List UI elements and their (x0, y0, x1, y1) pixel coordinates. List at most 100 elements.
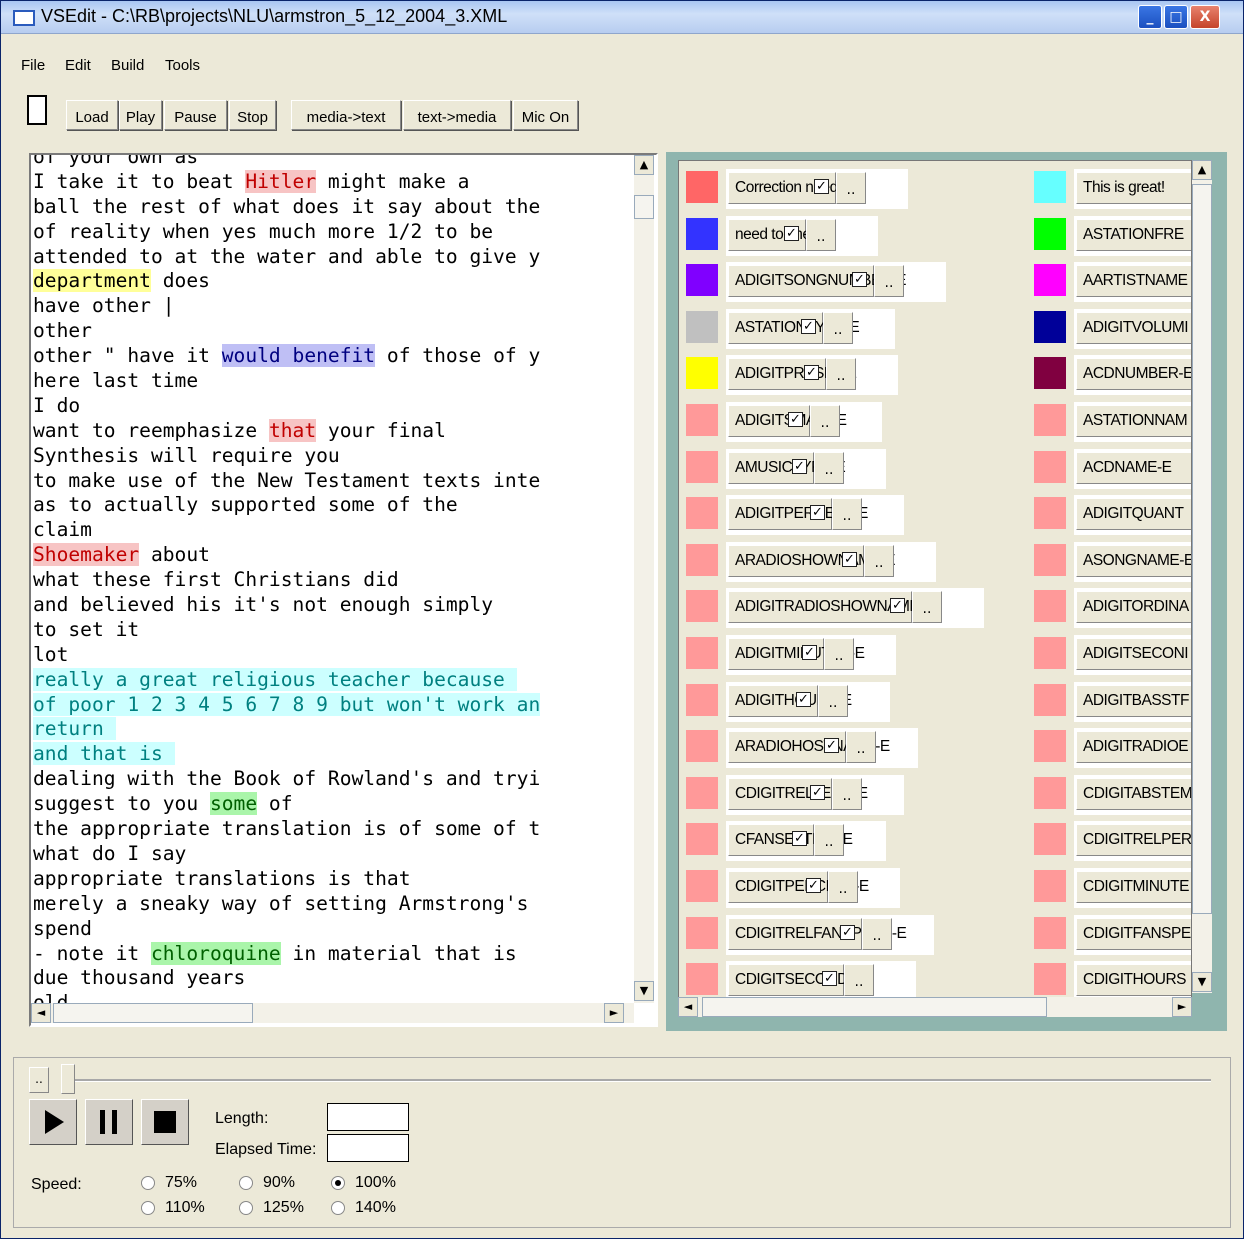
menu-tools[interactable]: Tools (165, 57, 200, 74)
text-to-media-button[interactable]: text->media (403, 100, 511, 130)
tag-color-swatch[interactable] (1034, 357, 1066, 390)
tag-name-button[interactable]: ASONGNAME-E (1076, 544, 1191, 577)
tag-scroll-up-icon[interactable]: ▲ (1192, 160, 1212, 180)
tag-color-swatch[interactable] (686, 870, 718, 902)
tag-options-button[interactable]: .. (828, 871, 858, 903)
tag-checkbox[interactable]: ✓ (840, 924, 855, 940)
close-button[interactable]: X (1190, 5, 1220, 29)
slider-options-button[interactable]: .. (29, 1067, 49, 1093)
transcript-line[interactable]: claim (33, 518, 631, 543)
tag-vertical-scrollbar[interactable]: ▲ ▼ (1192, 160, 1212, 993)
speed-radio-100[interactable] (331, 1176, 345, 1190)
transcript-line[interactable]: to set it (33, 618, 631, 643)
scroll-left-icon[interactable]: ◄ (31, 1003, 51, 1023)
tag-name-button[interactable]: ASTATIONNAM (1076, 405, 1191, 437)
tag-name-button[interactable]: ADIGITSECONI (1076, 638, 1191, 670)
tag-color-swatch[interactable] (686, 730, 718, 763)
tag-checkbox[interactable]: ✓ (796, 691, 811, 707)
tag-name-button[interactable]: CDIGITRELPER (1076, 824, 1191, 857)
tag-color-swatch[interactable] (686, 823, 718, 856)
position-slider-thumb[interactable] (61, 1064, 75, 1094)
speed-radio-90[interactable] (239, 1176, 253, 1190)
transcript-line[interactable]: - note it chloroquine in material that i… (33, 941, 631, 967)
tag-color-swatch[interactable] (686, 683, 718, 716)
tag-color-swatch[interactable] (1034, 776, 1066, 809)
tag-color-swatch[interactable] (1034, 310, 1066, 343)
tag-checkbox[interactable]: ✓ (814, 179, 829, 194)
transcript-line[interactable]: the appropriate translation is of some o… (33, 817, 631, 842)
tag-color-swatch[interactable] (686, 171, 718, 203)
tag-name-button[interactable]: This is great! (1076, 172, 1191, 204)
tag-name-button[interactable]: CDIGITHOURS (1076, 964, 1191, 997)
player-play-button[interactable] (29, 1099, 77, 1145)
transcript-line[interactable]: what these first Christians did (33, 568, 631, 593)
transcript-line[interactable]: of reality when yes much more 1/2 to be (33, 220, 631, 245)
transcript-line[interactable]: have other | (33, 294, 631, 319)
transcript-line[interactable]: old (33, 991, 631, 1003)
tag-color-swatch[interactable] (1034, 404, 1066, 436)
transcript-line[interactable]: suggest to you some of (33, 792, 631, 817)
tag-options-button[interactable]: .. (832, 777, 862, 810)
tag-color-swatch[interactable] (686, 776, 718, 809)
tag-color-swatch[interactable] (686, 357, 718, 390)
tag-checkbox[interactable]: ✓ (784, 225, 799, 241)
transcript-line[interactable]: I take it to beat Hitler might make a (33, 169, 631, 195)
tag-checkbox[interactable]: ✓ (804, 365, 819, 381)
transcript-editor[interactable]: of your own as I take it to beat Hitler m… (29, 153, 658, 1027)
transcript-line[interactable]: other (33, 319, 631, 344)
transcript-text[interactable]: of your own as I take it to beat Hitler m… (33, 155, 631, 1003)
tag-options-button[interactable]: .. (824, 638, 854, 670)
transcript-line[interactable]: of your own as (33, 155, 631, 170)
tag-options-button[interactable]: .. (814, 824, 844, 857)
transcript-line[interactable]: Synthesis will require you (33, 444, 631, 469)
tag-color-swatch[interactable] (1034, 963, 1066, 996)
stop-button[interactable]: Stop (229, 100, 276, 130)
tag-color-swatch[interactable] (1034, 450, 1066, 483)
tag-color-swatch[interactable] (686, 404, 718, 436)
tag-color-swatch[interactable] (686, 543, 718, 576)
speed-radio-125[interactable] (239, 1201, 253, 1215)
tag-options-button[interactable]: .. (832, 498, 862, 531)
transcript-line[interactable]: return (33, 717, 631, 742)
tag-color-swatch[interactable] (1034, 870, 1066, 902)
tag-color-swatch[interactable] (1034, 543, 1066, 576)
transcript-line[interactable]: of poor 1 2 3 4 5 6 7 8 9 but won't work… (33, 692, 631, 718)
player-stop-button[interactable] (141, 1099, 189, 1145)
scroll-thumb[interactable] (634, 195, 654, 219)
tag-checkbox[interactable]: ✓ (788, 412, 803, 427)
tag-options-button[interactable]: .. (823, 311, 853, 344)
tag-name-button[interactable]: ASTATIONFRE (1076, 218, 1191, 251)
tag-checkbox[interactable]: ✓ (806, 878, 821, 893)
transcript-line[interactable]: merely a sneaky way of setting Armstrong… (33, 892, 631, 917)
tag-color-swatch[interactable] (686, 963, 718, 996)
transcript-line[interactable]: due thousand years (33, 966, 631, 991)
transcript-horizontal-scrollbar[interactable]: ◄ ► (31, 1003, 634, 1023)
transcript-line[interactable]: really a great religious teacher because (33, 667, 631, 693)
tag-color-swatch[interactable] (686, 916, 718, 949)
transcript-line[interactable]: want to reemphasize that your final (33, 418, 631, 444)
tag-checkbox[interactable]: ✓ (852, 272, 867, 288)
tag-name-button[interactable]: CDIGITMINUTE (1076, 871, 1191, 903)
tag-color-swatch[interactable] (686, 264, 718, 297)
tag-checkbox[interactable]: ✓ (824, 738, 839, 754)
tag-color-swatch[interactable] (686, 590, 718, 623)
tag-options-button[interactable]: .. (810, 405, 840, 437)
tag-color-swatch[interactable] (1034, 730, 1066, 763)
transcript-line[interactable]: I do (33, 394, 631, 419)
tag-color-swatch[interactable] (1034, 637, 1066, 669)
tag-checkbox[interactable]: ✓ (802, 645, 817, 660)
transcript-line[interactable]: to make use of the New Testament texts i… (33, 469, 631, 494)
menu-build[interactable]: Build (111, 57, 144, 74)
tag-name-button[interactable]: ACDNUMBER-E (1076, 358, 1191, 391)
transcript-line[interactable]: other " have it would benefit of those o… (33, 344, 631, 369)
hscroll-thumb[interactable] (53, 1003, 253, 1023)
tag-scroll-left-icon[interactable]: ◄ (678, 997, 698, 1017)
tag-options-button[interactable]: .. (912, 591, 942, 624)
maximize-button[interactable]: □ (1164, 5, 1188, 29)
speed-radio-110[interactable] (141, 1201, 155, 1215)
play-button[interactable]: Play (119, 100, 162, 130)
tag-scroll-right-icon[interactable]: ► (1172, 997, 1192, 1017)
tag-name-button[interactable]: CDIGITABSTEM (1076, 777, 1191, 810)
tag-color-swatch[interactable] (1034, 590, 1066, 623)
tag-options-button[interactable]: .. (806, 218, 836, 251)
